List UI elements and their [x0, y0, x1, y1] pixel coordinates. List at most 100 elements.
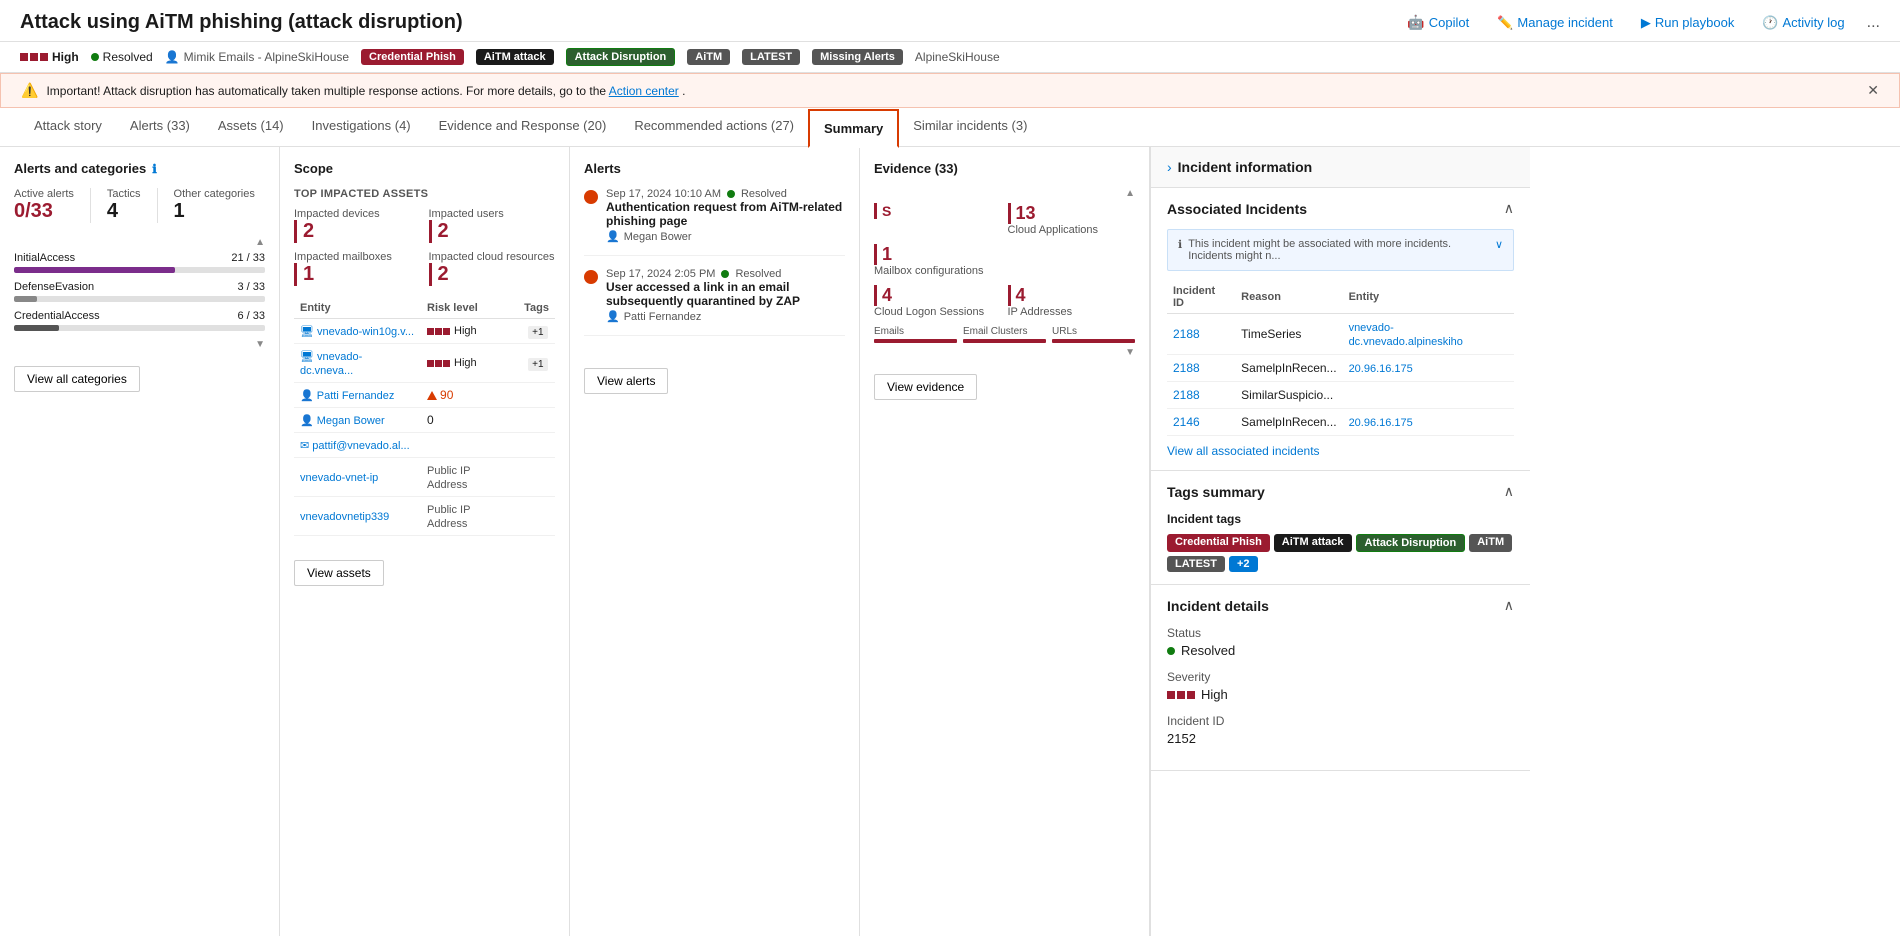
alert-user-2: 👤 Patti Fernandez [606, 310, 845, 323]
tags-summary-header[interactable]: Tags summary ∧ [1151, 471, 1530, 512]
incident-id-detail: Incident ID 2152 [1167, 714, 1514, 746]
tag-aitm[interactable]: AiTM [687, 49, 730, 65]
incident-details-header[interactable]: Incident details ∧ [1151, 585, 1530, 626]
evidence-email-clusters-bar: Email Clusters [963, 326, 1046, 343]
alert-banner: ⚠️ Important! Attack disruption has auto… [0, 73, 1900, 108]
evidence-scroll-up[interactable]: ▲ [1125, 188, 1135, 199]
alert-title-1[interactable]: Authentication request from AiTM-related… [606, 200, 845, 228]
tag-missing-alerts[interactable]: Missing Alerts [812, 49, 903, 65]
evidence-scroll-down[interactable]: ▼ [1125, 347, 1135, 358]
sidebar-tag-aitm[interactable]: AiTM [1469, 534, 1512, 552]
right-sidebar: › Incident information Associated Incide… [1150, 147, 1530, 936]
play-icon: ▶ [1641, 15, 1651, 31]
sub-header: High Resolved 👤 Mimik Emails - AlpineSki… [0, 42, 1900, 73]
alert-warning-icon: ⚠️ [21, 82, 38, 99]
entity-ip-vnetip[interactable]: vnevadovnetip339 [300, 511, 389, 523]
assoc-id-4[interactable]: 2146 [1173, 415, 1200, 429]
scope-title: Scope [294, 161, 555, 176]
alerts-panel-title: Alerts [584, 161, 845, 176]
assoc-id-3[interactable]: 2188 [1173, 388, 1200, 402]
tag-aitm-attack[interactable]: AiTM attack [476, 49, 554, 65]
tab-attack-story[interactable]: Attack story [20, 108, 116, 146]
evidence-ip-addresses: 4 IP Addresses [1008, 285, 1136, 318]
view-assets-button[interactable]: View assets [294, 560, 384, 586]
tab-assets[interactable]: Assets (14) [204, 108, 298, 146]
alert-user-1: 👤 Megan Bower [606, 230, 845, 243]
evidence-cloud-apps: 13 Cloud Applications [1008, 203, 1136, 236]
incident-details-content: Status Resolved Severity High [1151, 626, 1530, 770]
tab-similar-incidents[interactable]: Similar incidents (3) [899, 108, 1041, 146]
tab-evidence-response[interactable]: Evidence and Response (20) [425, 108, 621, 146]
other-categories-stat: Other categories 1 [174, 188, 255, 223]
assoc-entity-2[interactable]: 20.96.16.175 [1349, 363, 1413, 375]
alert-item-1: Sep 17, 2024 10:10 AM Resolved Authentic… [584, 188, 845, 256]
run-playbook-button[interactable]: ▶ Run playbook [1635, 11, 1741, 35]
view-all-associated-link[interactable]: View all associated incidents [1167, 444, 1514, 458]
table-row: 2188 SamelpInRecen... 20.96.16.175 [1167, 355, 1514, 382]
evidence-panel: Evidence (33) ▲ S 13 Cloud Applications … [860, 147, 1150, 936]
stats-row: Active alerts 0/33 Tactics 4 Other categ… [14, 188, 265, 223]
active-alerts-stat: Active alerts 0/33 [14, 188, 74, 223]
tab-summary[interactable]: Summary [808, 109, 899, 148]
alert-content-1: Sep 17, 2024 10:10 AM Resolved Authentic… [606, 188, 845, 243]
tab-recommended-actions[interactable]: Recommended actions (27) [620, 108, 808, 146]
info-icon[interactable]: ℹ [152, 162, 157, 176]
status-detail: Status Resolved [1167, 626, 1514, 658]
table-row: 2188 SimilarSuspicio... [1167, 382, 1514, 409]
entity-device-2[interactable]: 🖥 vnevado-dc.vneva... [300, 351, 362, 377]
activity-log-button[interactable]: 🕐 Activity log [1756, 11, 1850, 35]
table-row: 2188 TimeSeries vnevado-dc.vnevado.alpin… [1167, 314, 1514, 355]
incident-info-title: Incident information [1178, 159, 1313, 175]
associated-incidents-section: Associated Incidents ∧ ℹ This incident m… [1151, 188, 1530, 471]
tag-credential-phish[interactable]: Credential Phish [361, 49, 464, 65]
assoc-info-expand[interactable]: ∨ [1495, 238, 1503, 251]
assoc-reason-4: SamelpInRecen... [1235, 409, 1342, 436]
assoc-id-2[interactable]: 2188 [1173, 361, 1200, 375]
assoc-entity-1[interactable]: vnevado-dc.vnevado.alpineskiho [1349, 322, 1463, 348]
action-center-link[interactable]: Action center [609, 84, 679, 98]
stat-divider-2 [157, 188, 158, 223]
alert-close-button[interactable]: ✕ [1867, 82, 1879, 99]
sidebar-tag-aitm-attack[interactable]: AiTM attack [1274, 534, 1352, 552]
scope-col-entity: Entity [294, 298, 421, 319]
associated-incidents-content: ℹ This incident might be associated with… [1151, 229, 1530, 470]
entity-ip-vnet[interactable]: vnevado-vnet-ip [300, 472, 378, 484]
view-alerts-button[interactable]: View alerts [584, 368, 668, 394]
collapse-icon-tags[interactable]: ∧ [1504, 483, 1514, 500]
tag-attack-disruption[interactable]: Attack Disruption [566, 48, 676, 66]
scope-panel: Scope Top impacted assets Impacted devic… [280, 147, 570, 936]
manage-incident-button[interactable]: ✏️ Manage incident [1491, 11, 1619, 35]
more-options-button[interactable]: ... [1867, 14, 1880, 32]
view-evidence-button[interactable]: View evidence [874, 374, 977, 400]
collapse-icon-details[interactable]: ∧ [1504, 597, 1514, 614]
table-row: 🖥 vnevado-win10g.v... High +1 [294, 319, 555, 344]
entity-user-megan[interactable]: 👤 Megan Bower [300, 415, 385, 427]
tag-latest[interactable]: LATEST [742, 49, 800, 65]
view-all-categories-button[interactable]: View all categories [14, 366, 140, 392]
entity-email-patti[interactable]: ✉ pattif@vnevado.al... [300, 440, 410, 452]
entity-device-1[interactable]: 🖥 vnevado-win10g.v... [300, 326, 414, 338]
severity-badge: High [20, 50, 79, 64]
sidebar-tag-credential[interactable]: Credential Phish [1167, 534, 1270, 552]
bar-fill-initial [14, 267, 175, 273]
associated-incidents-header[interactable]: Associated Incidents ∧ [1151, 188, 1530, 229]
collapse-icon-assoc[interactable]: ∧ [1504, 200, 1514, 217]
scroll-up-indicator[interactable]: ▲ [255, 237, 265, 248]
alert-title-2[interactable]: User accessed a link in an email subsequ… [606, 280, 845, 308]
sidebar-tag-disruption[interactable]: Attack Disruption [1356, 534, 1466, 552]
evidence-mailbox-configs: 1 Mailbox configurations [874, 244, 1135, 277]
category-defense-evasion: DefenseEvasion 3 / 33 [14, 281, 265, 302]
tab-investigations[interactable]: Investigations (4) [298, 108, 425, 146]
assoc-id-1[interactable]: 2188 [1173, 327, 1200, 341]
sidebar-tag-latest[interactable]: LATEST [1167, 556, 1225, 572]
tab-alerts[interactable]: Alerts (33) [116, 108, 204, 146]
table-row: vnevado-vnet-ip Public IP Address [294, 458, 555, 497]
expand-arrow-icon[interactable]: › [1167, 159, 1172, 175]
sidebar-tag-more[interactable]: +2 [1229, 556, 1258, 572]
entity-user-patti[interactable]: 👤 Patti Fernandez [300, 390, 394, 402]
assoc-entity-4[interactable]: 20.96.16.175 [1349, 417, 1413, 429]
copilot-button[interactable]: 🤖 Copilot [1401, 10, 1475, 35]
clock-icon: 🕐 [1762, 15, 1778, 31]
stat-divider-1 [90, 188, 91, 223]
scroll-down-indicator[interactable]: ▼ [255, 339, 265, 350]
